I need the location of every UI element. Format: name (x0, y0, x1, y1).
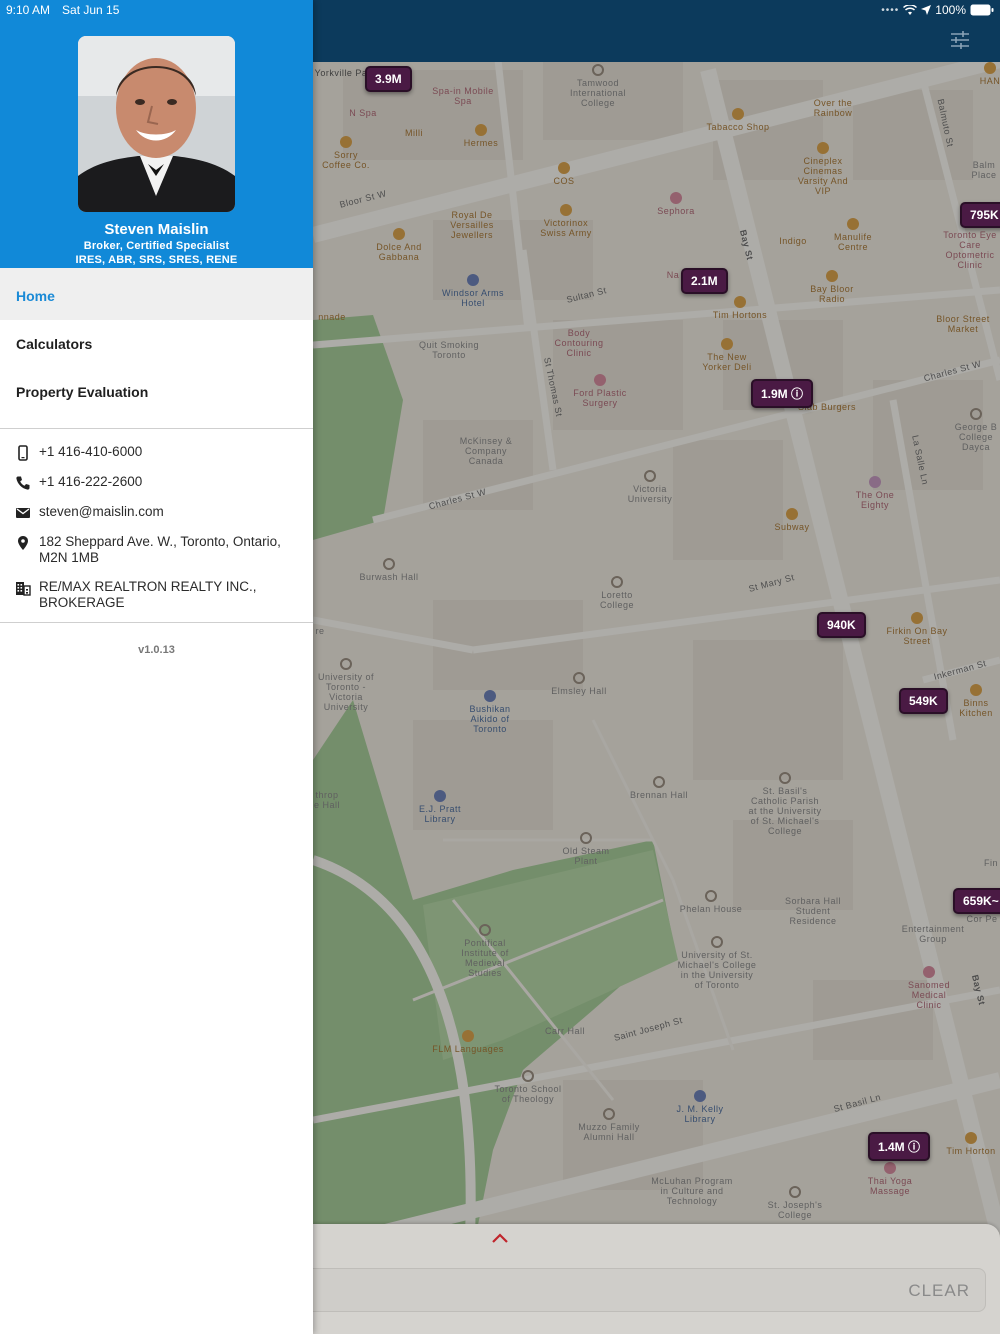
signal-icon: •••• (881, 4, 900, 16)
contact-brokerage: RE/MAX REALTRON REALTY INC., BROKERAGE (0, 576, 313, 614)
app-version: v1.0.13 (138, 644, 175, 656)
status-date: Sat Jun 15 (62, 3, 120, 17)
tilde-icon: ~ (991, 894, 999, 908)
divider (0, 622, 313, 623)
contact-address[interactable]: 182 Sheppard Ave. W., Toronto, Ontario, … (0, 531, 313, 569)
contact-mobile[interactable]: +1 416-410-6000 (0, 441, 313, 464)
battery-icon (970, 4, 994, 16)
email-icon (16, 508, 30, 518)
listing-marker-label: 1.4M (878, 1140, 905, 1154)
contact-phone-text: +1 416-222-2600 (39, 474, 143, 489)
side-drawer: 9:10 AM Sat Jun 15 Steven Maislin Broker,… (0, 0, 313, 1334)
contact-address-text: 182 Sheppard Ave. W., Toronto, Ontario, … (39, 534, 281, 565)
nav-item-home[interactable]: Home (0, 268, 313, 320)
filter-icon[interactable] (950, 30, 970, 50)
location-pin-icon (18, 536, 28, 550)
agent-avatar (78, 36, 235, 212)
nav-item-property-evaluation[interactable]: Property Evaluation (0, 368, 313, 416)
agent-title-line: Broker, Certified Specialist (83, 240, 230, 252)
phone-icon (16, 476, 30, 490)
contact-mobile-text: +1 416-410-6000 (39, 444, 143, 459)
drawer-header: 9:10 AM Sat Jun 15 Steven Maislin Broker,… (0, 0, 313, 268)
agent-designations: IRES, ABR, SRS, SRES, RENE (75, 254, 238, 266)
status-time: 9:10 AM (6, 3, 51, 17)
info-icon: ⓘ (791, 387, 804, 401)
listing-marker[interactable]: 795K (960, 202, 1000, 228)
agent-title: Broker, Certified Specialist IRES, ABR, … (0, 239, 313, 267)
contact-email-text: steven@maislin.com (39, 504, 164, 519)
status-bar-right: •••• 100% (881, 3, 994, 17)
drawer-nav: Home Calculators Property Evaluation (0, 268, 313, 416)
battery-percent: 100% (935, 3, 966, 17)
clear-button[interactable]: CLEAR (908, 1281, 970, 1301)
status-bar-left: 9:10 AM Sat Jun 15 (6, 3, 119, 17)
building-icon (16, 582, 31, 596)
nav-item-calculators[interactable]: Calculators (0, 320, 313, 368)
map-header: •••• 100% (313, 0, 1000, 62)
chevron-up-icon[interactable] (491, 1232, 509, 1244)
listing-marker[interactable]: 1.4M ⓘ (868, 1132, 931, 1161)
map-view[interactable]: Bloor St W Bay St Sultan St St Thomas St… (313, 0, 1000, 1334)
listing-marker[interactable]: 1.9M ⓘ (751, 379, 814, 408)
listing-marker[interactable]: 549K (899, 688, 948, 714)
search-bar[interactable] (313, 1268, 986, 1312)
bottom-sheet[interactable]: CLEAR (313, 1224, 1000, 1334)
contact-email[interactable]: steven@maislin.com (0, 501, 313, 524)
wifi-icon (903, 4, 918, 15)
agent-name: Steven Maislin (104, 221, 209, 238)
contact-phone[interactable]: +1 416-222-2600 (0, 471, 313, 494)
contact-info: +1 416-410-6000 +1 416-222-2600 steven@m… (0, 429, 313, 622)
listing-marker[interactable]: 2.1M (681, 268, 728, 294)
info-icon: ⓘ (908, 1140, 921, 1154)
mobile-phone-icon (18, 445, 28, 461)
listing-marker[interactable]: 659K~ (953, 888, 1000, 914)
contact-brokerage-text: RE/MAX REALTRON REALTY INC., BROKERAGE (39, 579, 257, 610)
listing-marker[interactable]: 3.9M (365, 66, 412, 92)
listing-marker[interactable]: 940K (817, 612, 866, 638)
location-arrow-icon (921, 5, 932, 15)
listing-marker-label: 659K (963, 894, 992, 908)
listing-marker-label: 1.9M (761, 387, 788, 401)
